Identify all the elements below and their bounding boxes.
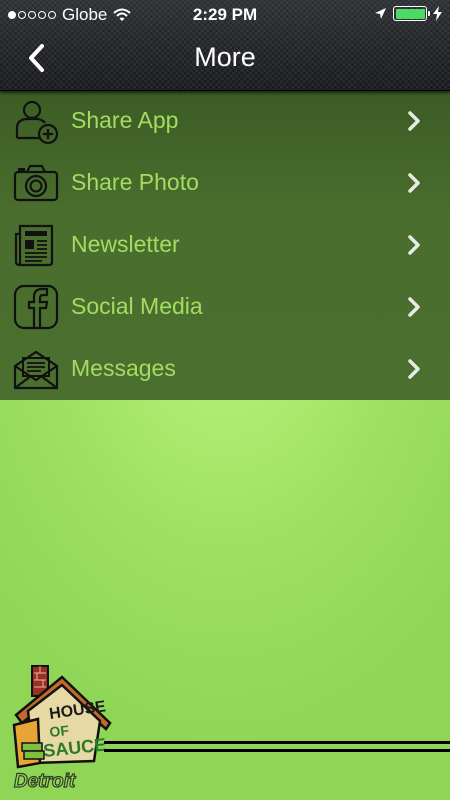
charging-bolt-icon: [433, 6, 442, 21]
svg-text:OF: OF: [49, 722, 70, 740]
chevron-right-icon: [408, 111, 420, 131]
top-bar: Globe 2:29 PM More: [0, 0, 450, 91]
stripe-line: [104, 741, 450, 744]
envelope-icon: [13, 350, 59, 390]
page-title: More: [194, 42, 256, 72]
chevron-right-icon: [408, 359, 420, 379]
logo-caption: Detroit: [14, 771, 76, 792]
menu-item-newsletter[interactable]: Newsletter: [0, 214, 450, 276]
battery-icon: [393, 6, 430, 21]
menu-item-label: Messages: [71, 355, 176, 381]
chevron-right-icon: [408, 173, 420, 193]
footer-stripes: [104, 741, 450, 755]
menu-item-share-photo[interactable]: Share Photo: [0, 152, 450, 214]
status-bar: Globe 2:29 PM: [0, 0, 450, 30]
menu-item-label: Newsletter: [71, 231, 180, 257]
camera-icon: [13, 164, 59, 202]
battery-level: [395, 8, 425, 19]
house-logo: HOUSE OF SAUCE Detroit: [12, 665, 112, 793]
location-arrow-icon: [375, 8, 386, 19]
menu-item-social-media[interactable]: Social Media: [0, 276, 450, 338]
chevron-right-icon: [408, 297, 420, 317]
add-user-icon: [15, 100, 59, 144]
facebook-icon: [13, 284, 59, 330]
status-right: [374, 6, 442, 21]
menu-item-label: Social Media: [71, 293, 203, 319]
chevron-right-icon: [408, 235, 420, 255]
more-menu: Share App Share Photo Newsletter Social …: [0, 90, 450, 400]
stripe-line: [104, 749, 450, 752]
menu-item-messages[interactable]: Messages: [0, 338, 450, 400]
menu-item-label: Share App: [71, 107, 179, 133]
menu-item-share-app[interactable]: Share App: [0, 90, 450, 152]
newspaper-icon: [14, 224, 54, 267]
menu-item-label: Share Photo: [71, 169, 199, 195]
